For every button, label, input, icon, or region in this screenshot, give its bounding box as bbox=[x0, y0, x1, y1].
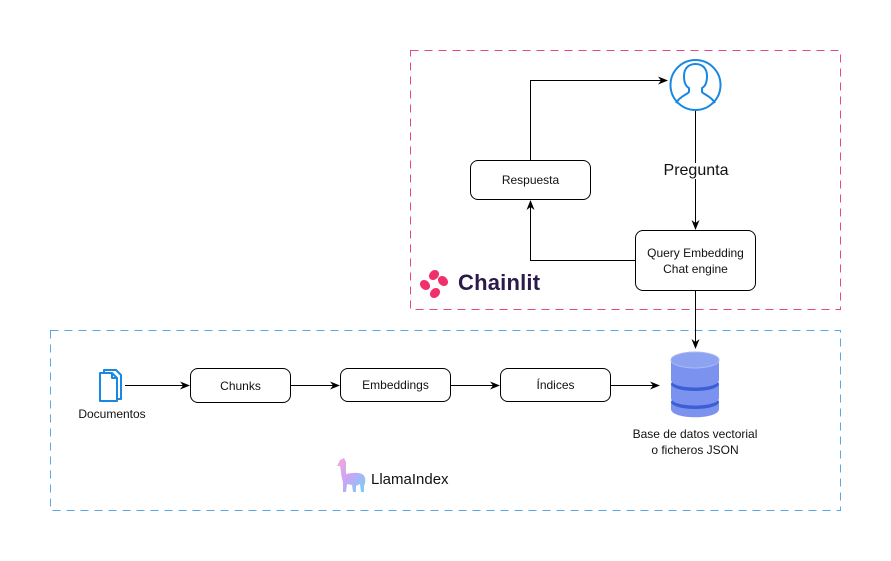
edge-respuesta-to-user bbox=[530, 76, 668, 160]
edge-query-to-respuesta bbox=[526, 200, 635, 261]
user-icon bbox=[669, 59, 722, 111]
documents-icon bbox=[99, 369, 122, 402]
pregunta-edge-label: Pregunta bbox=[650, 163, 742, 179]
llama-logo-icon bbox=[337, 458, 366, 492]
embeddings-node[interactable]: Embeddings bbox=[340, 368, 451, 402]
indices-label: Índices bbox=[536, 378, 575, 392]
chainlit-brand: Chainlit bbox=[452, 270, 540, 296]
chainlit-logo-icon bbox=[419, 269, 449, 299]
chainlit-brand-text: Chainlit bbox=[458, 270, 541, 295]
query-engine-label: Query Embedding Chat engine bbox=[647, 245, 744, 276]
llamaindex-brand-text: LlamaIndex bbox=[371, 471, 449, 488]
indices-node[interactable]: Índices bbox=[500, 368, 611, 402]
chunks-node[interactable]: Chunks bbox=[190, 368, 291, 403]
database-icon bbox=[670, 351, 720, 418]
embeddings-label: Embeddings bbox=[362, 378, 429, 392]
documentos-label: Documentos bbox=[78, 407, 146, 421]
respuesta-node[interactable]: Respuesta bbox=[470, 160, 591, 200]
query-engine-node[interactable]: Query Embedding Chat engine bbox=[635, 230, 756, 291]
database-label: Base de datos vectorial o ficheros JSON bbox=[632, 427, 758, 457]
llamaindex-brand: LlamaIndex bbox=[367, 471, 449, 488]
chunks-label: Chunks bbox=[220, 378, 261, 393]
respuesta-label: Respuesta bbox=[501, 173, 560, 187]
